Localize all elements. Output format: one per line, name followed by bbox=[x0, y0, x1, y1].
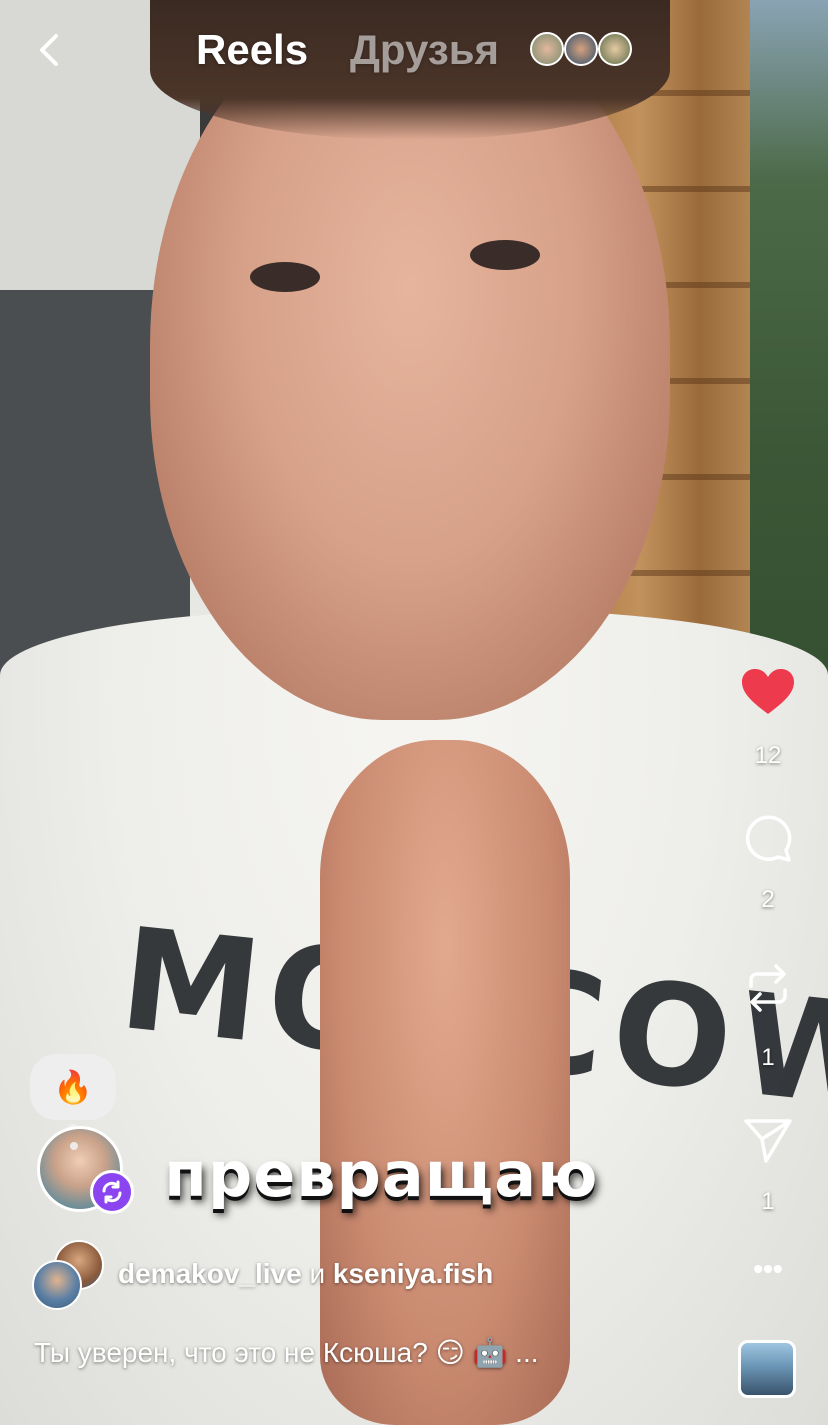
author-avatar-secondary bbox=[32, 1260, 82, 1310]
person-hands bbox=[320, 740, 570, 1425]
more-dots-icon: ••• bbox=[753, 1253, 783, 1284]
person-eye-left bbox=[250, 262, 320, 292]
audio-thumbnail-button[interactable] bbox=[738, 1340, 796, 1398]
repost-arrows-icon bbox=[749, 964, 787, 1012]
remix-arrows-icon bbox=[102, 1180, 122, 1204]
author-secondary-link[interactable]: kseniya.fish bbox=[333, 1258, 493, 1289]
fire-emoji-icon: 🔥 bbox=[53, 1069, 93, 1105]
author-avatars[interactable] bbox=[32, 1240, 108, 1310]
comment-button[interactable] bbox=[738, 810, 798, 866]
author-conjunction: и bbox=[309, 1258, 326, 1289]
person-eye-right bbox=[470, 240, 540, 270]
tab-friends[interactable]: Друзья bbox=[350, 26, 499, 74]
share-button[interactable] bbox=[738, 1112, 798, 1168]
tab-reels[interactable]: Reels bbox=[196, 26, 308, 74]
share-count: 1 bbox=[761, 1188, 775, 1215]
repost-button[interactable] bbox=[738, 960, 798, 1016]
heart-icon bbox=[742, 669, 794, 714]
reaction-bubble[interactable]: 🔥 bbox=[30, 1054, 116, 1120]
reel-description[interactable]: Ты уверен, что это не Ксюша? 😏 🤖 ... bbox=[34, 1336, 539, 1369]
remix-badge bbox=[90, 1170, 134, 1214]
author-primary-link[interactable]: demakov_live bbox=[118, 1258, 302, 1289]
like-button[interactable] bbox=[738, 664, 798, 720]
top-bar: Reels Друзья bbox=[0, 0, 828, 100]
friend-avatar-2 bbox=[564, 32, 598, 66]
chevron-left-icon bbox=[40, 34, 58, 66]
friend-avatar-3 bbox=[598, 32, 632, 66]
comment-bubble-icon bbox=[745, 815, 792, 862]
comment-count: 2 bbox=[761, 886, 775, 913]
bubble-tail-dot-small bbox=[70, 1142, 78, 1150]
friend-avatar-1 bbox=[530, 32, 564, 66]
more-options-button[interactable]: ••• bbox=[748, 1255, 788, 1290]
repost-count: 1 bbox=[761, 1044, 775, 1071]
reel-video-frame[interactable]: MOSCOW bbox=[0, 0, 828, 1425]
video-caption-text: превращаю bbox=[164, 1138, 599, 1211]
back-button[interactable] bbox=[32, 28, 68, 72]
like-count: 12 bbox=[754, 742, 782, 769]
paper-plane-icon bbox=[744, 1119, 792, 1163]
author-line: demakov_live и kseniya.fish bbox=[118, 1258, 493, 1290]
